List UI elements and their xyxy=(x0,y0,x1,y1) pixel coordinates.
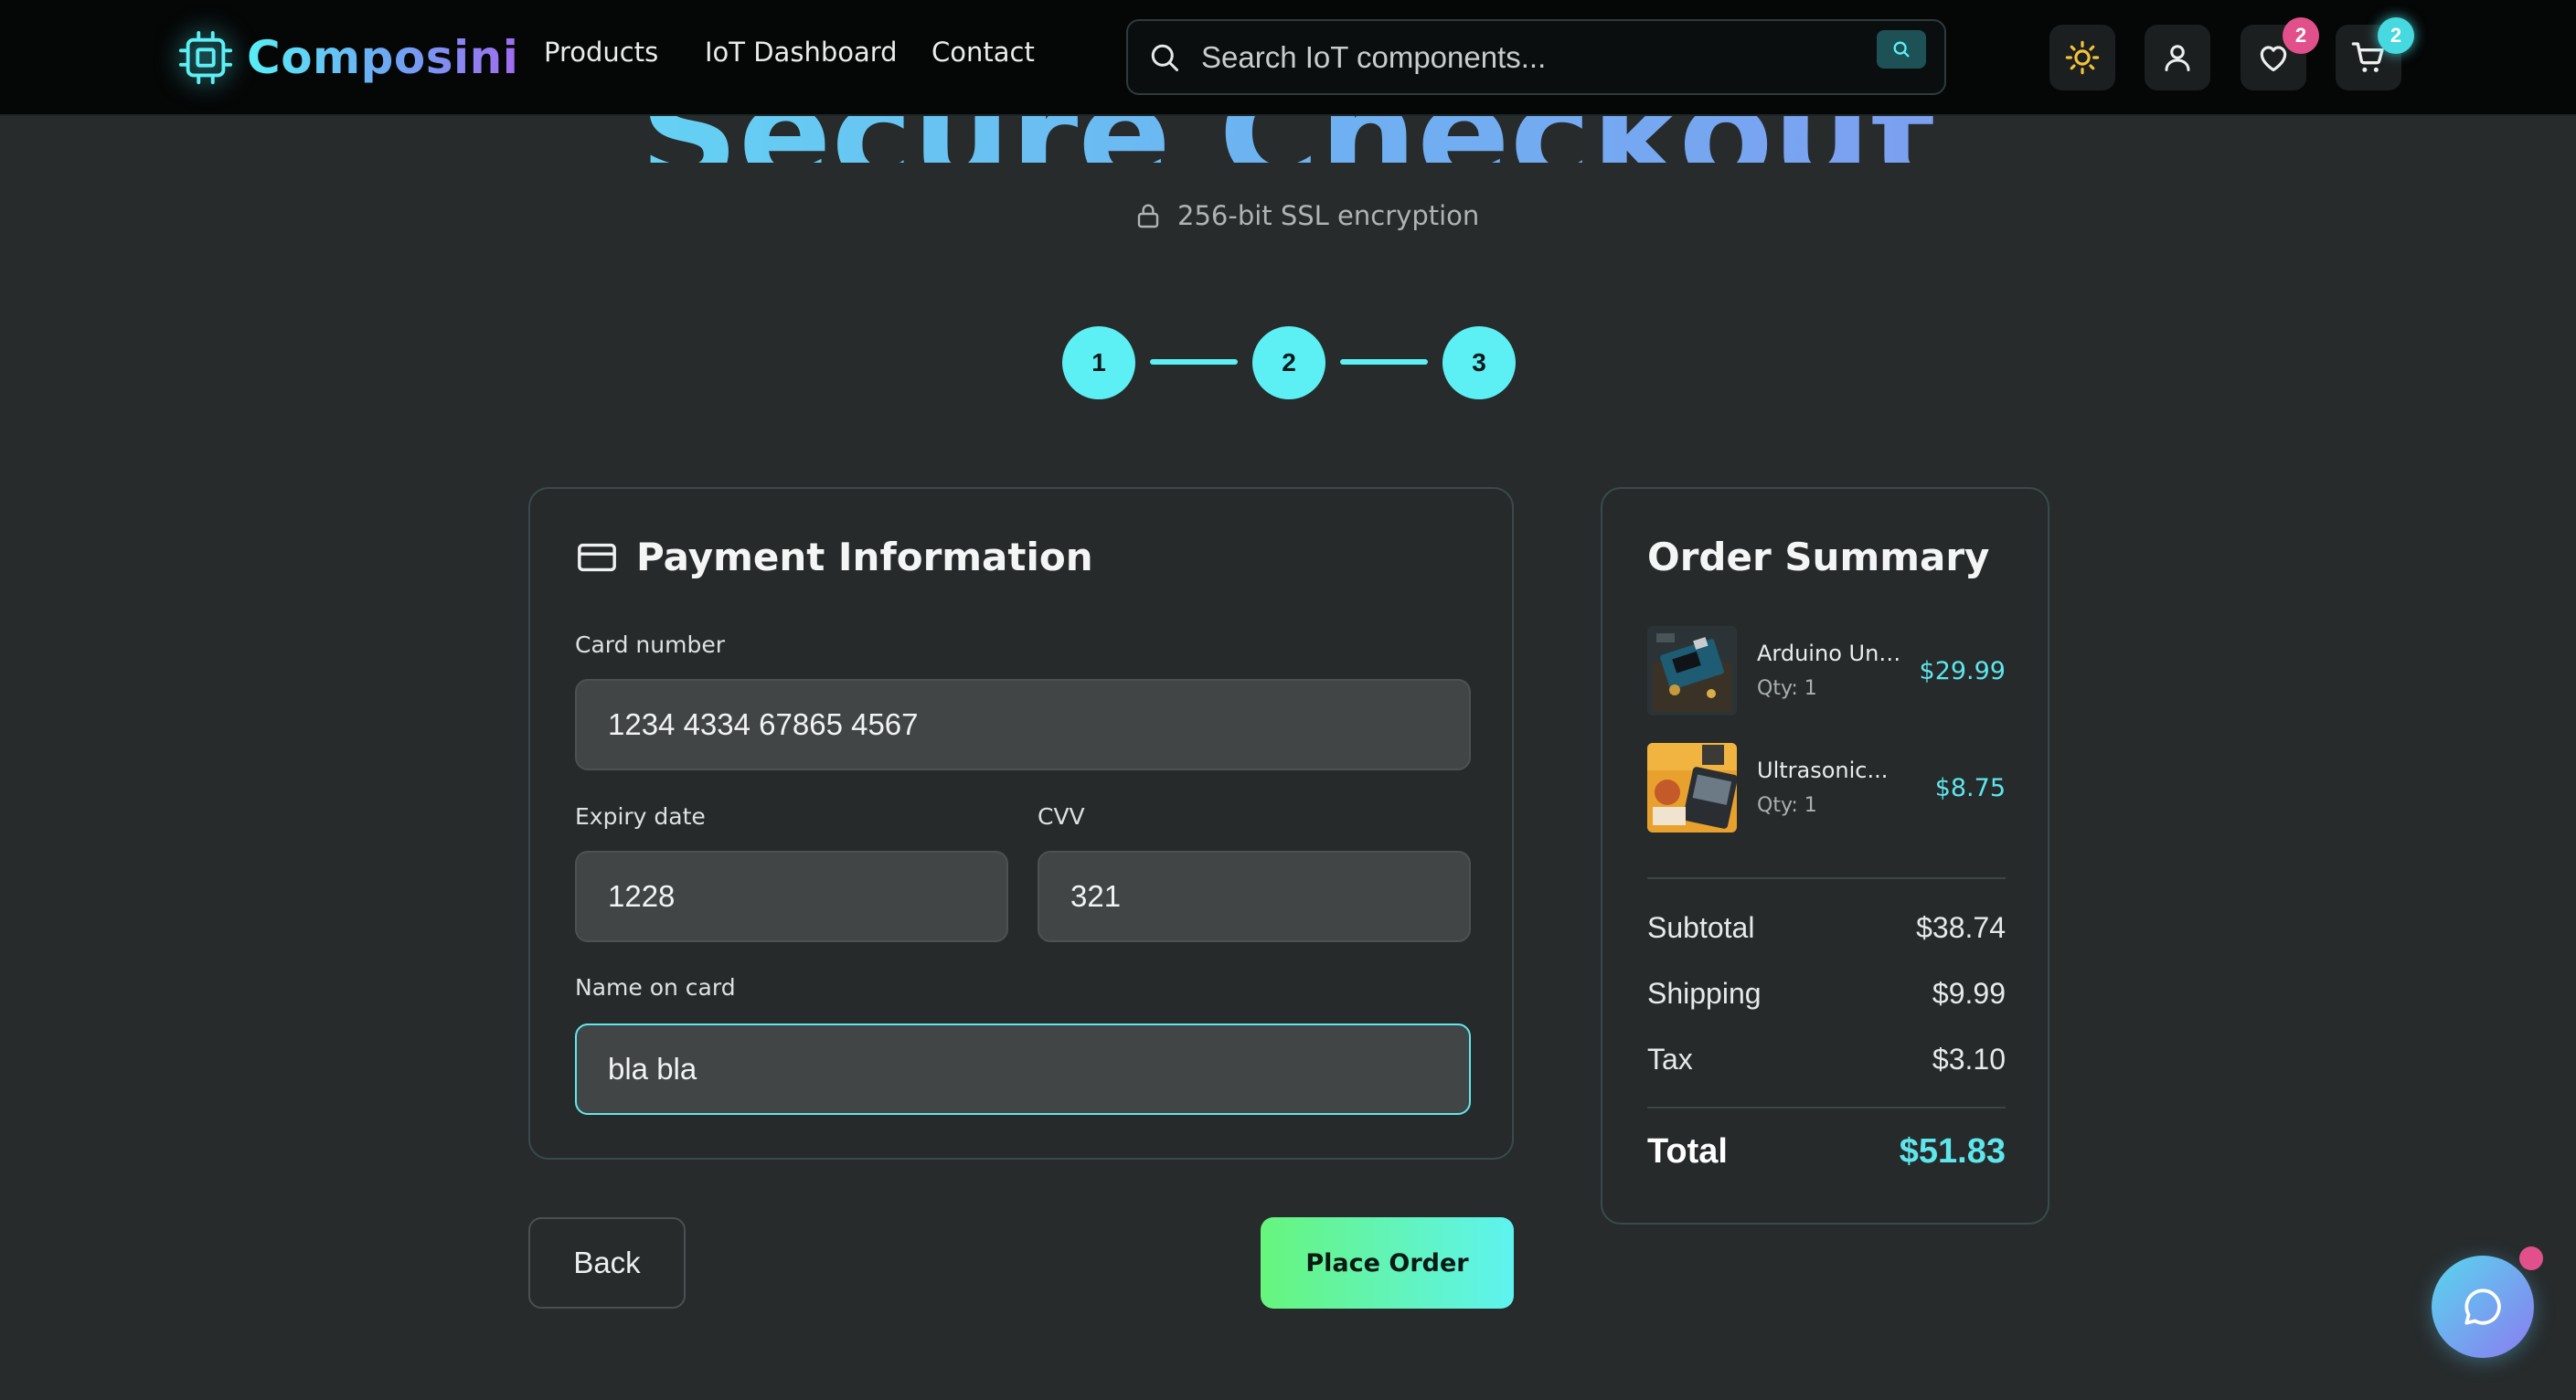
item-name: Ultrasonic... xyxy=(1757,758,1889,783)
checkout-step-2: 2 xyxy=(1252,326,1325,399)
wishlist-count-badge: 2 xyxy=(2283,17,2319,54)
total-label: Total xyxy=(1647,1132,1728,1171)
brand-logo[interactable]: Composini xyxy=(177,27,518,88)
ssl-notice: 256-bit SSL encryption xyxy=(1134,197,1479,234)
total-row: Total $51.83 xyxy=(1647,1132,2006,1172)
nav-products[interactable]: Products xyxy=(544,37,658,68)
item-quantity: Qty: 1 xyxy=(1757,794,1817,817)
nav-contact[interactable]: Contact xyxy=(931,37,1035,68)
subtotal-row: Subtotal $38.74 xyxy=(1647,911,2006,945)
shipping-row: Shipping $9.99 xyxy=(1647,977,2006,1011)
wishlist-button[interactable]: 2 xyxy=(2241,17,2319,90)
search-icon xyxy=(1893,41,1910,58)
tax-label: Tax xyxy=(1647,1043,1693,1076)
name-on-card-field[interactable] xyxy=(575,1023,1471,1115)
account-button[interactable] xyxy=(2145,25,2210,90)
lock-icon xyxy=(1137,204,1159,228)
product-thumbnail-ultrasonic xyxy=(1647,743,1737,833)
expiry-date-field[interactable] xyxy=(575,851,1008,942)
payment-heading-text: Payment Information xyxy=(636,535,1093,579)
product-thumbnail-arduino xyxy=(1647,626,1737,716)
subtotal-label: Subtotal xyxy=(1647,911,1755,944)
order-item[interactable]: Ultrasonic... Qty: 1 $8.75 xyxy=(1647,743,2006,833)
order-summary-title: Order Summary xyxy=(1647,535,1990,579)
summary-divider xyxy=(1647,1107,2006,1108)
chat-button[interactable] xyxy=(2432,1256,2534,1358)
place-order-button[interactable]: Place Order xyxy=(1261,1217,1514,1309)
checkout-step-3: 3 xyxy=(1442,326,1516,399)
search-input[interactable] xyxy=(1201,34,1841,81)
theme-toggle-button[interactable] xyxy=(2049,25,2115,90)
user-icon xyxy=(2165,45,2190,71)
cart-count-badge: 2 xyxy=(2378,17,2414,54)
card-number-label: Card number xyxy=(575,631,726,658)
tax-value: $3.10 xyxy=(1932,1043,2006,1076)
brand-name: Composini xyxy=(247,31,519,84)
summary-divider xyxy=(1647,877,2006,879)
subtotal-value: $38.74 xyxy=(1916,911,2006,944)
top-navigation-bar: Composini Products IoT Dashboard Contact xyxy=(0,0,2576,116)
item-name: Arduino Uno... xyxy=(1757,641,1908,666)
card-number-field[interactable] xyxy=(575,679,1471,770)
cvv-field[interactable] xyxy=(1038,851,1471,942)
ssl-text: 256-bit SSL encryption xyxy=(1177,200,1480,231)
item-quantity: Qty: 1 xyxy=(1757,677,1817,700)
step-connector xyxy=(1150,359,1238,365)
cart-button[interactable]: 2 xyxy=(2336,17,2414,90)
cvv-label: CVV xyxy=(1038,803,1085,830)
item-price: $29.99 xyxy=(1919,657,2006,685)
search-bar xyxy=(1126,19,1946,95)
payment-heading: Payment Information xyxy=(576,535,1093,579)
checkout-step-1: 1 xyxy=(1062,326,1135,399)
chat-bubble-icon xyxy=(2464,1289,2501,1325)
order-summary-panel: Order Summary Arduino Uno... Qty: 1 $29.… xyxy=(1601,487,2049,1225)
step-connector xyxy=(1340,359,1428,365)
expiry-date-label: Expiry date xyxy=(575,803,706,830)
chip-icon xyxy=(178,30,233,85)
search-button[interactable] xyxy=(1877,30,1926,69)
tax-row: Tax $3.10 xyxy=(1647,1043,2006,1077)
name-on-card-label: Name on card xyxy=(575,974,736,1001)
chat-notification-dot xyxy=(2519,1246,2543,1270)
payment-information-panel: Payment Information Card number Expiry d… xyxy=(528,487,1514,1160)
shipping-label: Shipping xyxy=(1647,977,1762,1010)
back-button[interactable]: Back xyxy=(528,1217,686,1309)
shipping-value: $9.99 xyxy=(1932,977,2006,1010)
search-icon xyxy=(1151,44,1178,71)
total-value: $51.83 xyxy=(1899,1132,2006,1171)
credit-card-icon xyxy=(578,543,616,571)
nav-iot-dashboard[interactable]: IoT Dashboard xyxy=(705,37,898,68)
order-item[interactable]: Arduino Uno... Qty: 1 $29.99 xyxy=(1647,626,2006,716)
sun-icon xyxy=(2065,40,2100,75)
item-price: $8.75 xyxy=(1934,774,2006,802)
